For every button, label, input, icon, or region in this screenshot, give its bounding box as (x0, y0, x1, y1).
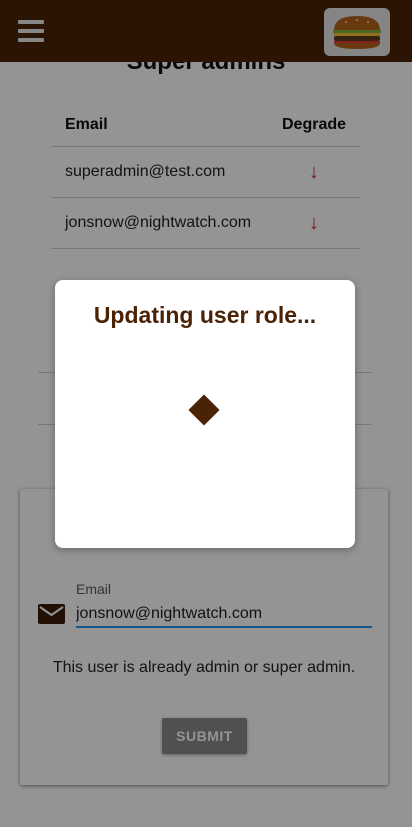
diamond-spinner-icon (188, 394, 220, 426)
dialog-title: Updating user role... (93, 302, 317, 328)
updating-role-dialog: Updating user role... (55, 280, 355, 548)
